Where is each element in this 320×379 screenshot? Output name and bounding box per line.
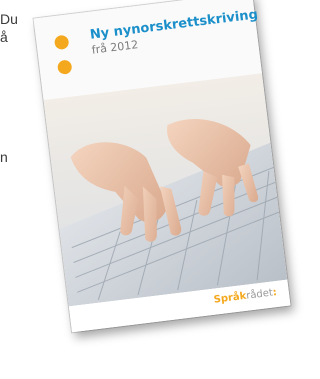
orange-dot-icon	[53, 34, 70, 51]
cover-title: Ny nynorskrettskriving	[89, 7, 259, 43]
background-text-fragment: n	[0, 149, 8, 165]
orange-dot-icon	[56, 59, 73, 75]
brochure-cover[interactable]: Ny nynorskrettskriving frå 2012 Språkråd…	[33, 0, 291, 333]
background-text-fragment: å	[0, 29, 8, 45]
laptop-typing-photo	[43, 73, 288, 307]
background-text-fragment: Du	[0, 11, 18, 27]
sprakradet-logo: Språkrådet:	[213, 287, 278, 306]
